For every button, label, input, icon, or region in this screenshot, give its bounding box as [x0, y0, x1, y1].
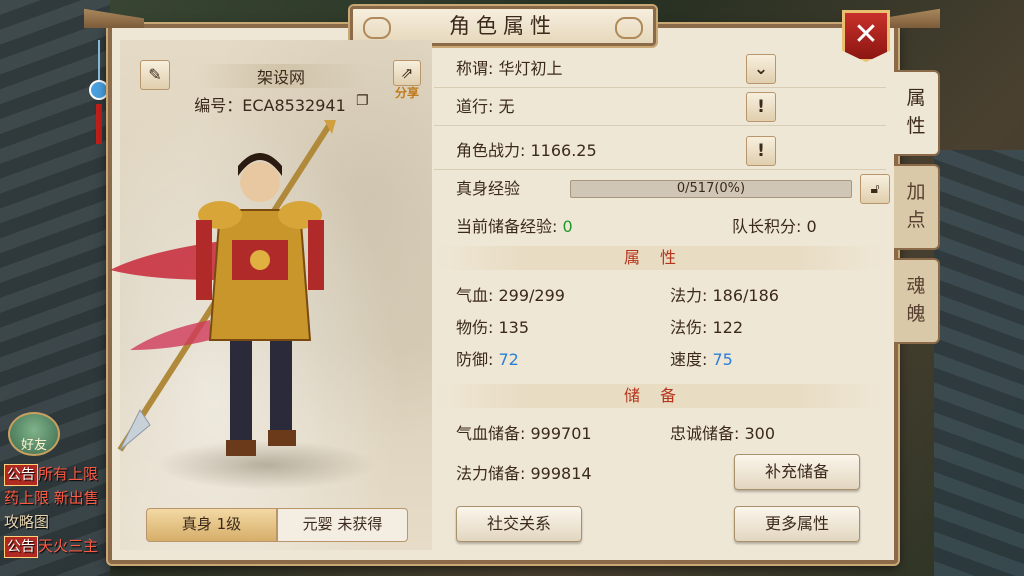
- friend-button[interactable]: 好友: [8, 412, 60, 456]
- reserve-header: 储备: [434, 384, 886, 408]
- copy-icon[interactable]: ❐: [356, 93, 372, 111]
- stored-exp-value: 0: [562, 217, 573, 236]
- captain-score: 队长积分: 0: [732, 212, 817, 242]
- power-info-button[interactable]: !: [746, 136, 776, 166]
- speed-value: 75: [712, 350, 733, 369]
- power-label: 角色战力:: [456, 141, 526, 160]
- defense-value: 72: [498, 350, 519, 369]
- exp-row: 真身经验 0/517(0%) 🔓︎: [456, 174, 890, 204]
- title-dropdown-button[interactable]: ⌄: [746, 54, 776, 84]
- mattack-label: 法伤:: [670, 318, 708, 337]
- tab-soul[interactable]: 魂魄: [894, 258, 940, 344]
- mp-reserve-value: 999814: [530, 464, 592, 483]
- chat-line: 药上限 新出售: [4, 486, 112, 510]
- hp-reserve-value: 999701: [530, 424, 592, 443]
- unlock-icon: 🔓︎: [870, 181, 880, 197]
- character-name: 架设网: [196, 64, 366, 88]
- loyalty-reserve-stat: 忠诚储备: 300: [670, 422, 775, 446]
- exp-progress-bar: 0/517(0%): [570, 180, 852, 198]
- mp-label: 法力:: [670, 286, 708, 305]
- more-attributes-button[interactable]: 更多属性: [734, 506, 860, 542]
- hp-reserve-label: 气血储备:: [456, 424, 526, 443]
- mp-reserve-label: 法力储备:: [456, 464, 526, 483]
- tab-add-points[interactable]: 加点: [894, 164, 940, 250]
- power-row: 角色战力: 1166.25 !: [434, 132, 886, 170]
- pattack-value: 135: [498, 318, 530, 337]
- social-relations-button[interactable]: 社交关系: [456, 506, 582, 542]
- mp-value: 186/186: [712, 286, 779, 305]
- defense-label: 防御:: [456, 350, 494, 369]
- share-icon: ⇗: [393, 60, 421, 86]
- stored-exp-row: 当前储备经验: 0 队长积分: 0: [456, 212, 876, 242]
- hp-reserve-stat: 气血储备: 999701: [456, 422, 592, 446]
- stored-exp-label: 当前储备经验:: [456, 217, 558, 236]
- speed-stat: 速度: 75: [670, 348, 733, 372]
- background-roof-right: [934, 150, 1024, 576]
- exp-lock-button[interactable]: 🔓︎: [860, 174, 890, 204]
- exclamation-icon: !: [757, 97, 765, 117]
- chat-line: 公告 所有上限: [4, 462, 112, 486]
- hp-label: 气血:: [456, 286, 494, 305]
- info-area: 称谓: 华灯初上 ⌄ 道行: 无 ! 角色战力: 1166.25 ! 真身经验 …: [434, 46, 890, 554]
- loyalty-label: 忠诚储备:: [670, 424, 740, 443]
- hp-stat: 气血: 299/299: [456, 284, 565, 308]
- chat-text: 所有上限: [38, 465, 99, 483]
- exp-text: 0/517(0%): [676, 181, 746, 196]
- chat-line: 攻略图: [4, 510, 112, 534]
- share-label: 分享: [394, 86, 419, 100]
- title-row: 称谓: 华灯初上 ⌄: [434, 50, 886, 88]
- chat-line: 公告 天火三主: [4, 534, 112, 558]
- daoxing-value: 无: [498, 97, 515, 116]
- announcement-tag: 公告: [4, 464, 38, 486]
- refill-reserve-button[interactable]: 补充储备: [734, 454, 860, 490]
- pattack-stat: 物伤: 135: [456, 316, 529, 340]
- chat-text: 攻略图: [4, 513, 50, 531]
- id-label: 编号：: [194, 96, 243, 115]
- mattack-value: 122: [712, 318, 744, 337]
- pattack-label: 物伤:: [456, 318, 494, 337]
- exp-label: 真身经验: [456, 179, 521, 198]
- exclamation-icon: !: [757, 141, 765, 161]
- mattack-stat: 法伤: 122: [670, 316, 743, 340]
- daoxing-row: 道行: 无 !: [434, 88, 886, 126]
- id-value: ECA8532941: [242, 96, 346, 115]
- pencil-icon: ✎: [148, 65, 162, 84]
- edit-name-button[interactable]: ✎: [140, 60, 170, 90]
- attributes-header: 属性: [434, 246, 886, 270]
- loyalty-value: 300: [744, 424, 776, 443]
- defense-stat: 防御: 72: [456, 348, 519, 372]
- announcement-tag: 公告: [4, 536, 38, 558]
- tab-attributes[interactable]: 属性: [894, 70, 940, 156]
- tab-true-body[interactable]: 真身 1级: [146, 508, 277, 542]
- mp-reserve-stat: 法力储备: 999814: [456, 462, 592, 486]
- captain-label: 队长积分:: [732, 217, 802, 236]
- tab-yuanying[interactable]: 元婴 未获得: [277, 508, 408, 542]
- captain-value: 0: [806, 217, 817, 236]
- pendant-ornament-icon: [89, 40, 109, 144]
- daoxing-info-button[interactable]: !: [746, 92, 776, 122]
- friend-label: 好友: [20, 438, 47, 453]
- title-value: 华灯初上: [498, 59, 563, 78]
- title-label: 称谓:: [456, 59, 494, 78]
- chat-text: 天火三主: [38, 537, 99, 555]
- form-tabs: 真身 1级 元婴 未获得: [146, 508, 408, 542]
- mp-stat: 法力: 186/186: [670, 284, 779, 308]
- chevron-down-icon: ⌄: [753, 59, 769, 79]
- chat-overlay: 公告 所有上限 药上限 新出售 攻略图 公告 天火三主: [4, 462, 112, 558]
- daoxing-label: 道行:: [456, 97, 494, 116]
- character-figure: [110, 120, 336, 456]
- hp-value: 299/299: [498, 286, 565, 305]
- character-id: 编号：ECA8532941: [160, 92, 380, 116]
- speed-label: 速度:: [670, 350, 708, 369]
- share-button[interactable]: ⇗ 分享: [392, 60, 422, 100]
- chat-text: 药上限 新出售: [4, 489, 99, 507]
- power-value: 1166.25: [530, 141, 597, 160]
